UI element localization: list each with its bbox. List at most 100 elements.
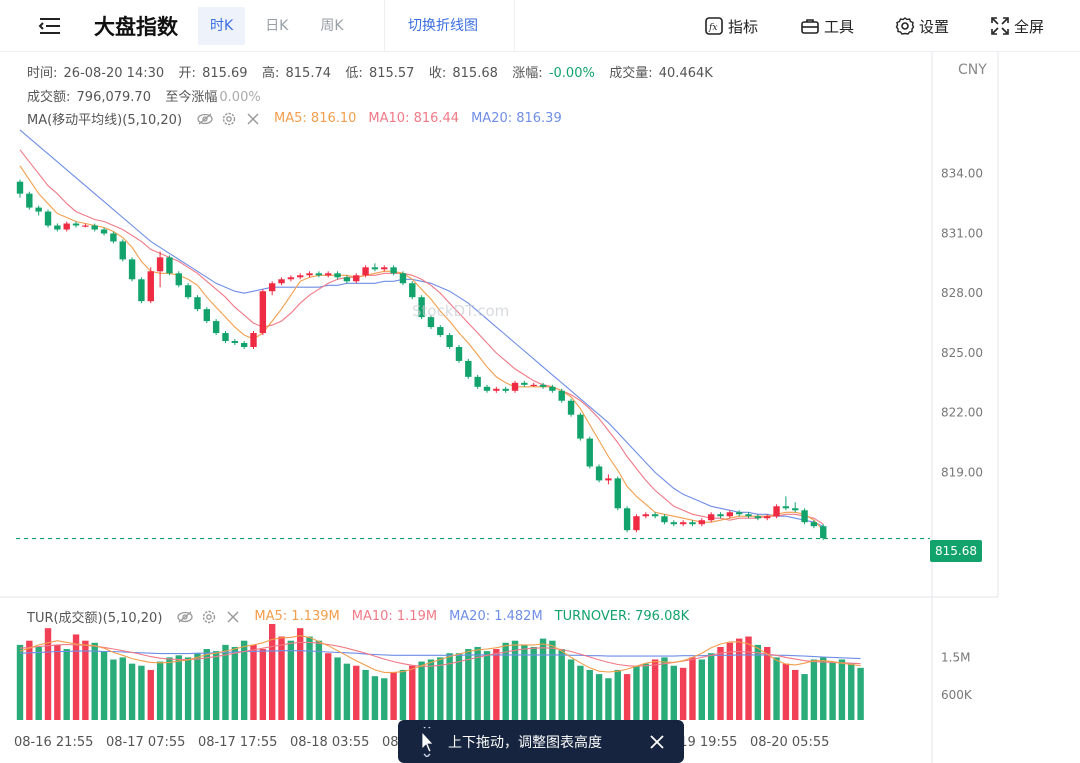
volume-bar [717, 646, 724, 720]
gear-icon[interactable] [200, 610, 218, 624]
volume-bar [306, 636, 313, 720]
candle-body [670, 522, 677, 525]
volume-bar [194, 653, 201, 720]
currency-label: CNY [958, 62, 987, 78]
indicator-button[interactable]: fx 指标 [704, 14, 758, 38]
y-tick-label: 822.00 [941, 406, 983, 420]
low-label: 低: [345, 66, 363, 81]
candle-body [26, 193, 33, 208]
candle-body [726, 512, 734, 517]
volume-bar [110, 659, 117, 720]
tab-week-k[interactable]: 周K [308, 7, 355, 45]
time-value: 26-08-20 14:30 [63, 66, 165, 81]
chart-area[interactable]: 834.00 831.00 828.00 825.00 822.00 819.00 1.5… [0, 52, 1080, 763]
high-value: 815.74 [285, 66, 332, 81]
tur-indicator-label: TUR(成交额)(5,10,20) [27, 611, 163, 626]
svg-text:fx: fx [708, 23, 717, 33]
drag-tip-text: 上下拖动，调整图表高度 [448, 734, 602, 751]
candle-body [474, 376, 481, 387]
candle-body [698, 520, 706, 525]
close-icon[interactable] [244, 112, 262, 126]
close-icon[interactable] [224, 610, 242, 624]
candle-body [539, 384, 547, 387]
indicator-label: 指标 [728, 17, 759, 36]
volume-bar [287, 640, 295, 720]
kline-app: 大盘指数 时K 日K 周K 切换折线图 fx 指标 工具 设置 全屏 834.0… [0, 0, 1080, 763]
change-value: -0.00% [548, 66, 595, 81]
volume-bar [128, 663, 136, 720]
volume-bar [848, 663, 855, 720]
toolbar-divider [384, 0, 385, 52]
candle-body [371, 267, 379, 270]
menu-collapse-icon[interactable] [36, 12, 64, 40]
tools-button[interactable]: 工具 [800, 14, 854, 38]
volume-bar [829, 661, 836, 720]
volume-bar [409, 665, 416, 720]
candle-body [558, 390, 565, 401]
kline-chart-svg[interactable]: 834.00 831.00 828.00 825.00 822.00 819.00 1.5… [0, 52, 1080, 763]
volume-bar [325, 653, 332, 720]
tur-indicator-legend: TUR(成交额)(5,10,20) MA5: 1.139M MA10: 1.19… [27, 607, 689, 626]
candle-body [483, 386, 491, 391]
volume-bar [82, 640, 89, 720]
candle-body [530, 384, 537, 387]
candle-body [138, 279, 145, 302]
volume-bar [455, 653, 463, 720]
volume-bar [54, 644, 61, 720]
tab-hour-k[interactable]: 时K [198, 7, 246, 45]
cum-change-label: 至今涨幅 [165, 90, 218, 105]
fullscreen-button[interactable]: 全屏 [990, 14, 1044, 38]
volume-bar [483, 651, 491, 720]
switch-line-chart-button[interactable]: 切换折线图 [408, 15, 478, 35]
candle-body [801, 510, 808, 523]
volume-bar [605, 678, 612, 720]
volume-bar [558, 649, 565, 720]
candle-body [446, 335, 453, 347]
candle-body [502, 388, 509, 391]
volume-bar [549, 640, 556, 720]
volume-bar [156, 661, 164, 720]
candle-body [605, 478, 612, 481]
volume-bar [371, 676, 379, 720]
candle-body [754, 516, 762, 519]
candle-body [35, 207, 42, 212]
candle-body [231, 341, 239, 343]
eye-hide-icon[interactable] [176, 610, 194, 624]
candle-body [549, 386, 556, 391]
volume-bar [493, 649, 500, 720]
candle-body [222, 333, 229, 342]
candle-body [792, 508, 799, 511]
gear-icon[interactable] [220, 112, 238, 126]
x-axis-label: 08-16 21:55 [14, 735, 93, 750]
fx-icon: fx [705, 17, 723, 35]
close-icon[interactable] [648, 733, 666, 751]
volume-bar [138, 665, 145, 720]
drag-resize-tip[interactable]: 上下拖动，调整图表高度 [398, 720, 684, 763]
volume-bar [670, 665, 677, 720]
volume-axis-ticks: 1.5M 600K [941, 650, 973, 702]
candle-body [156, 257, 164, 272]
candle-body [259, 291, 267, 334]
volume-bar [857, 667, 864, 720]
gear-icon [895, 17, 915, 35]
volume-bar [184, 657, 192, 720]
candle-body [325, 273, 332, 276]
ma20-series [19, 129, 824, 527]
ma5-series [19, 165, 824, 531]
volume-bar [521, 644, 528, 720]
volume-bar [782, 663, 790, 720]
turnover-value: 796,079.70 [76, 90, 151, 105]
volume-bar [240, 640, 248, 720]
volume-bar [586, 669, 593, 720]
eye-hide-icon[interactable] [196, 112, 214, 126]
settings-button[interactable]: 设置 [895, 14, 949, 38]
candle-body [437, 327, 444, 336]
volume-bar [754, 644, 762, 720]
tab-day-k[interactable]: 日K [253, 7, 300, 45]
candle-body [455, 346, 463, 361]
volume-bar [726, 642, 734, 720]
candle-body [521, 382, 528, 385]
candle-body [203, 309, 210, 322]
candle-body [166, 257, 173, 274]
volume-bar [222, 644, 229, 720]
